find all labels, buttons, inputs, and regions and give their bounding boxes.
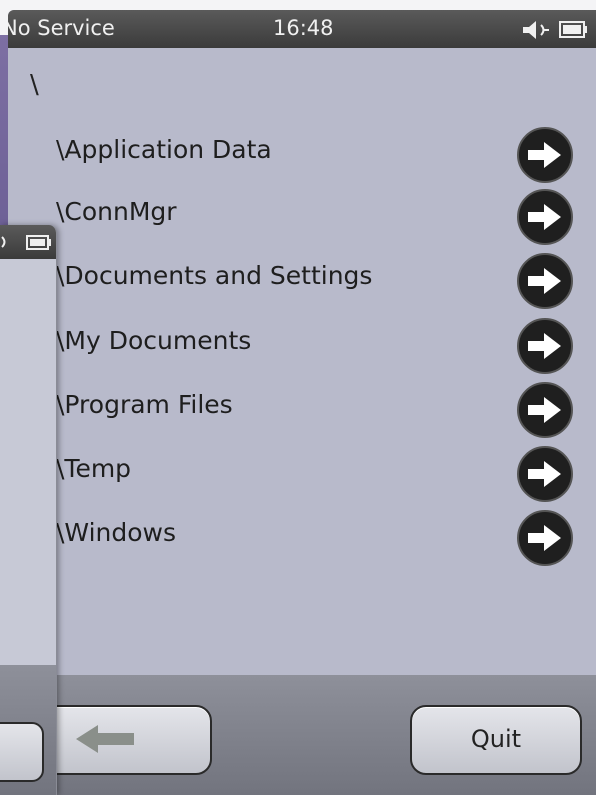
folder-row[interactable]: \Temp (56, 444, 596, 504)
speaker-icon (1, 236, 6, 248)
bottom-toolbar: Quit (8, 675, 596, 795)
folder-row[interactable]: \My Documents (56, 316, 596, 376)
overlapping-window (0, 225, 57, 795)
file-browser-screen: No Service 16:48 \ \Application Data \Co… (8, 10, 596, 795)
arrow-right-circle-icon[interactable] (515, 380, 575, 440)
folder-row[interactable]: \Windows (56, 508, 596, 568)
quit-button[interactable]: Quit (410, 705, 582, 775)
folder-row[interactable]: \Application Data (56, 125, 596, 185)
clock-time: 16:48 (273, 16, 334, 40)
arrow-right-circle-icon[interactable] (515, 444, 575, 504)
overlay-button[interactable] (0, 722, 44, 782)
arrow-right-circle-icon[interactable] (515, 508, 575, 568)
overlay-status-bar (0, 225, 56, 259)
folder-label: \Program Files (56, 390, 233, 419)
folder-label: \Documents and Settings (56, 261, 373, 290)
folder-row[interactable]: \ConnMgr (56, 187, 596, 247)
battery-icon (26, 235, 51, 250)
folder-label: \Windows (56, 518, 177, 547)
current-path: \ (30, 70, 39, 100)
status-bar: No Service 16:48 (8, 10, 596, 48)
arrow-right-circle-icon[interactable] (515, 125, 575, 185)
battery-icon (559, 21, 587, 38)
folder-label: \My Documents (56, 326, 252, 355)
arrow-right-circle-icon[interactable] (515, 316, 575, 376)
quit-label: Quit (470, 725, 522, 753)
carrier-status: No Service (8, 16, 115, 40)
arrow-left-icon (76, 725, 134, 753)
arrow-right-circle-icon[interactable] (515, 187, 575, 247)
folder-label: \Temp (56, 454, 132, 483)
folder-row[interactable]: \Program Files (56, 380, 596, 440)
folder-label: \Application Data (56, 135, 272, 164)
speaker-icon[interactable] (521, 19, 553, 41)
arrow-right-circle-icon[interactable] (515, 251, 575, 311)
folder-label: \ConnMgr (56, 197, 177, 226)
folder-row[interactable]: \Documents and Settings (56, 251, 596, 311)
overlay-toolbar (0, 665, 56, 795)
